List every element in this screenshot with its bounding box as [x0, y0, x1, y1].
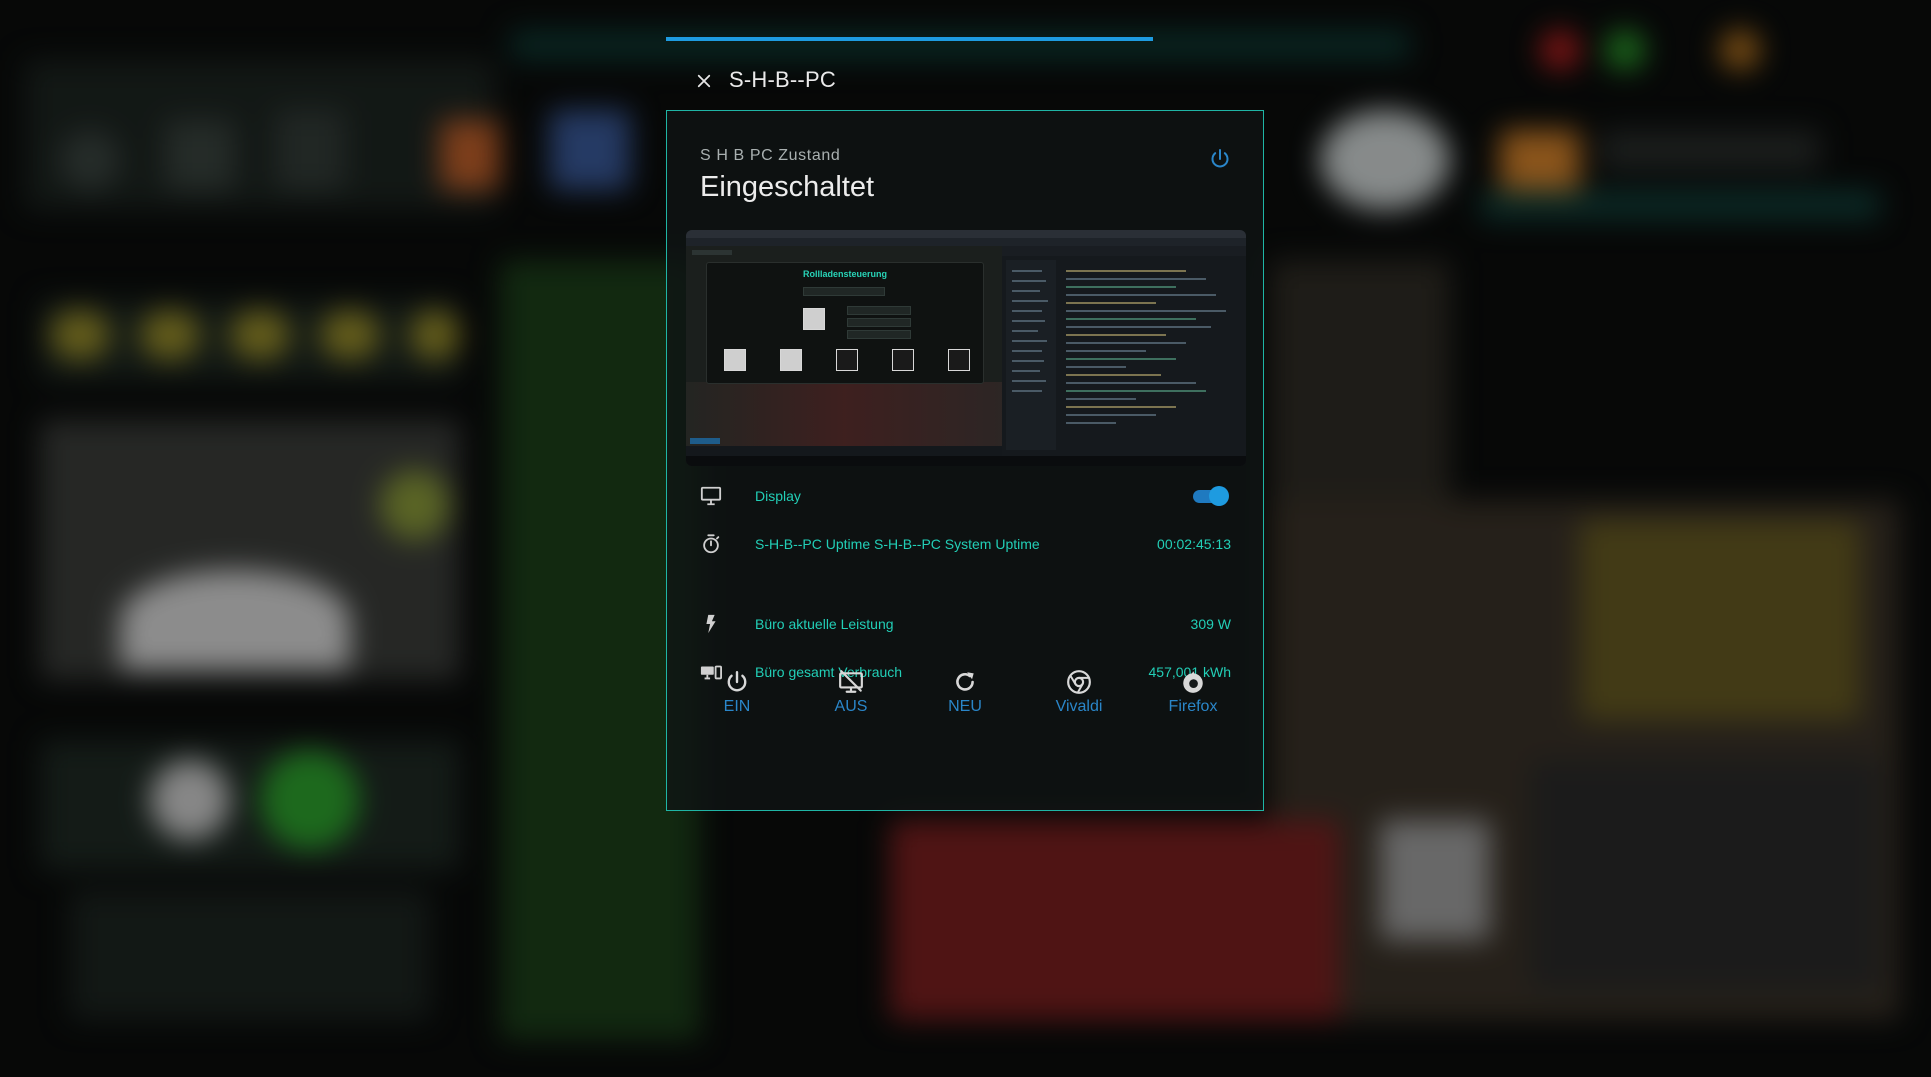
progress-bar	[666, 37, 1153, 41]
action-neu-button[interactable]: NEU	[925, 669, 1005, 729]
uptime-label[interactable]: S-H-B--PC Uptime S-H-B--PC System Uptime	[755, 536, 1040, 552]
screen-preview-image: Rollladensteuerung	[686, 230, 1246, 466]
action-vivaldi-button[interactable]: Vivaldi	[1039, 669, 1119, 729]
display-toggle-switch[interactable]	[1193, 486, 1229, 506]
state-value: Eingeschaltet	[700, 171, 875, 203]
preview-right-window	[1002, 230, 1246, 466]
timer-icon	[703, 534, 720, 554]
action-ein-label: EIN	[723, 698, 751, 715]
preview-blurred-strip	[686, 382, 1002, 446]
power-label[interactable]: Büro aktuelle Leistung	[755, 616, 894, 632]
monitor-off-icon	[839, 670, 863, 693]
state-label: S H B PC Zustand	[700, 147, 841, 164]
preview-left-window: Rollladensteuerung	[686, 230, 1002, 466]
dialog-header: S-H-B--PC	[666, 53, 1266, 109]
preview-panel-title: Rollladensteuerung	[802, 269, 887, 279]
preview-taskbar	[686, 456, 1246, 466]
action-vivaldi-label: Vivaldi	[1055, 698, 1103, 715]
vivaldi-icon	[1067, 670, 1091, 694]
firefox-icon	[1183, 671, 1203, 693]
power-icon[interactable]	[1208, 147, 1232, 171]
preview-panel: Rollladensteuerung	[706, 262, 984, 384]
action-firefox-label: Firefox	[1168, 698, 1218, 715]
action-ein-button[interactable]: EIN	[697, 669, 777, 729]
restart-icon	[956, 672, 974, 691]
display-label[interactable]: Display	[755, 488, 801, 504]
close-button[interactable]	[688, 65, 720, 97]
action-aus-label: AUS	[834, 698, 868, 715]
monitor-icon	[700, 486, 722, 506]
uptime-value: 00:02:45:13	[1157, 536, 1231, 552]
row-power: Büro aktuelle Leistung 309 W	[667, 604, 1265, 644]
action-firefox-button[interactable]: Firefox	[1153, 669, 1233, 729]
progress-bar-fill	[666, 37, 1153, 41]
row-uptime: S-H-B--PC Uptime S-H-B--PC System Uptime…	[667, 524, 1265, 564]
entity-dialog: S-H-B--PC S H B PC Zustand Eingeschaltet…	[666, 37, 1266, 813]
row-display: Display	[667, 476, 1265, 516]
power-icon	[727, 671, 747, 692]
power-value: 309 W	[1190, 616, 1231, 632]
action-aus-button[interactable]: AUS	[811, 669, 891, 729]
flash-icon	[706, 614, 716, 634]
switch-knob	[1209, 486, 1229, 506]
action-neu-label: NEU	[948, 698, 982, 715]
dialog-title: S-H-B--PC	[729, 67, 836, 92]
close-icon	[697, 74, 711, 88]
